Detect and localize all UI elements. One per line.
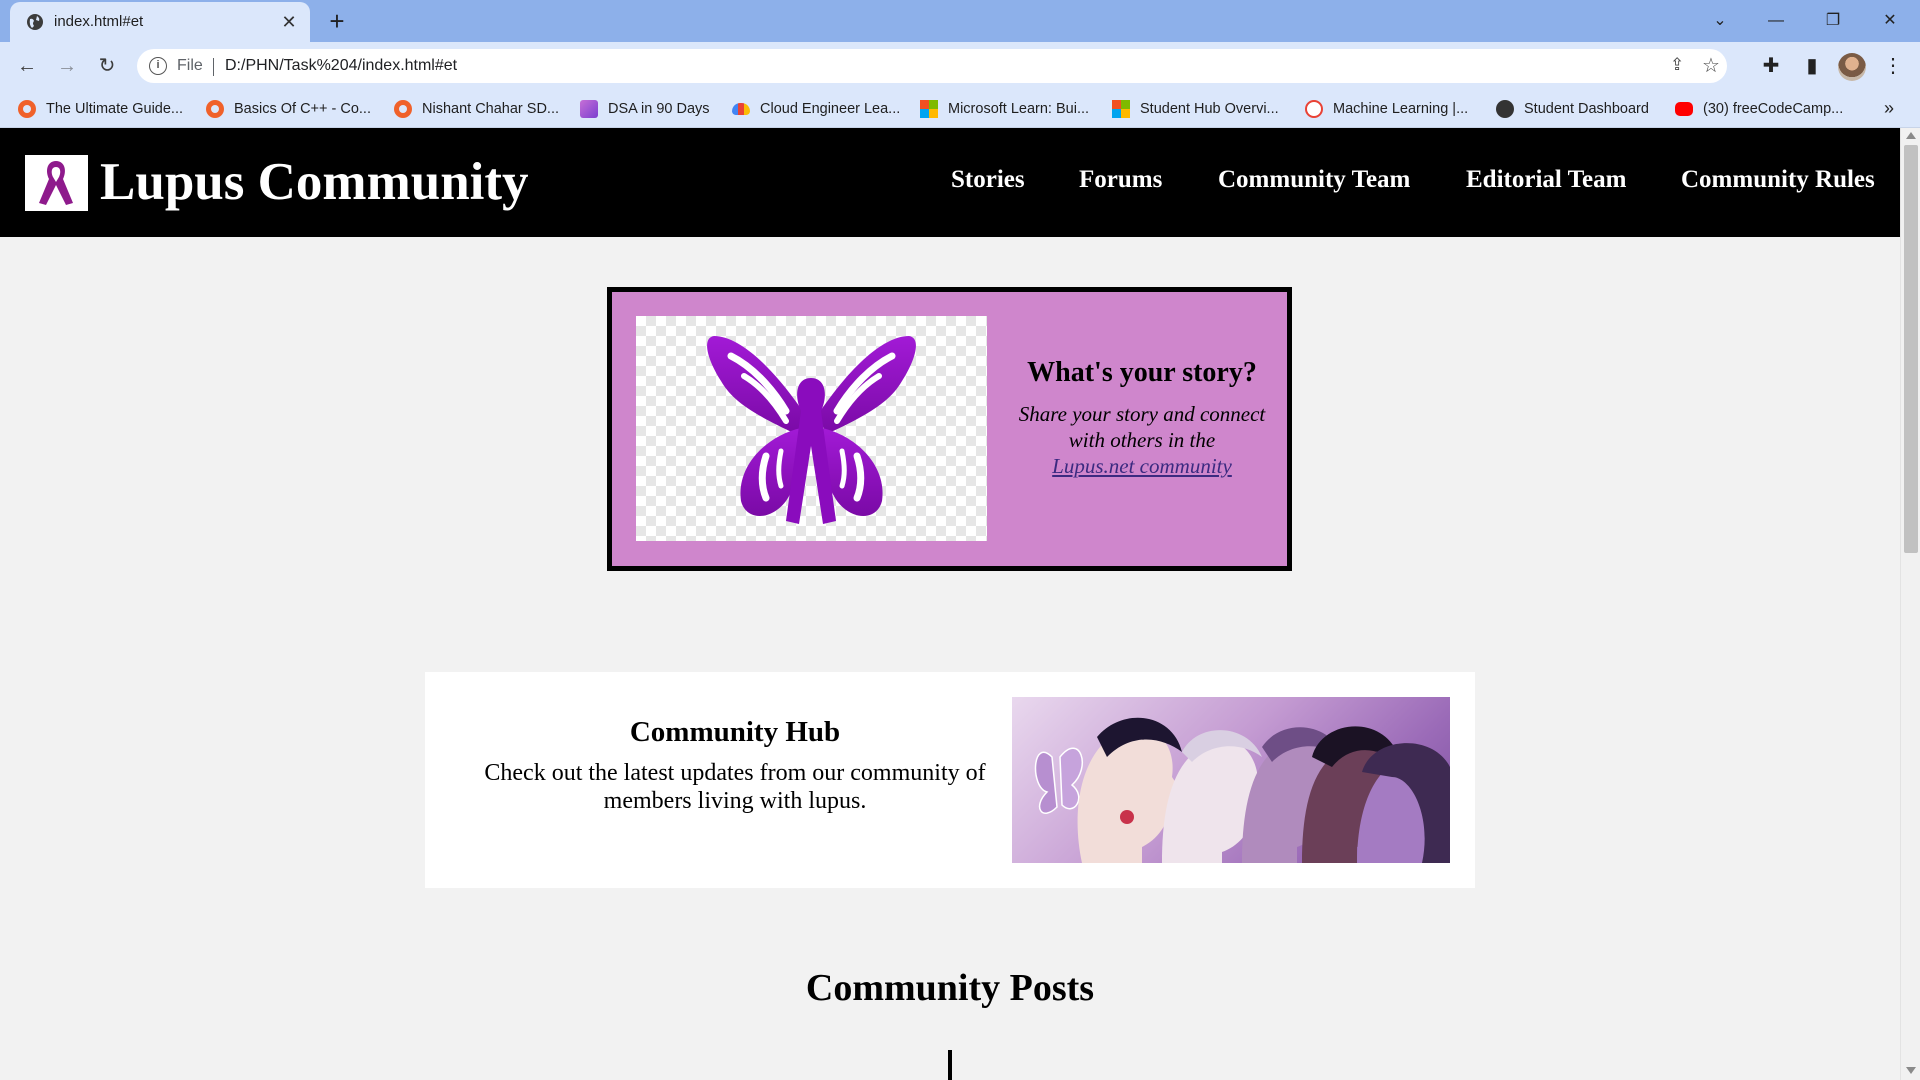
community-posts-heading: Community Posts xyxy=(805,967,1095,1009)
bookmark-label: DSA in 90 Days xyxy=(608,101,710,117)
tab-search-chevron-icon[interactable]: ⌄ xyxy=(1700,6,1740,36)
page-viewport: Lupus Community Stories Forums Community… xyxy=(0,128,1920,1080)
bookmark-label: (30) freeCodeCamp... xyxy=(1703,101,1844,117)
story-body: Share your story and connect with others… xyxy=(1018,402,1266,452)
tab-close-icon[interactable]: ✕ xyxy=(278,11,300,33)
lupus-community-link[interactable]: Lupus.net community xyxy=(1007,453,1277,479)
minimize-icon[interactable]: — xyxy=(1756,6,1796,36)
coding-ninjas-icon xyxy=(18,100,36,118)
scroll-up-arrow-icon[interactable] xyxy=(1906,132,1916,139)
lupus-ribbon-icon xyxy=(39,161,73,205)
dsa-icon xyxy=(580,100,598,118)
microsoft-icon xyxy=(1112,100,1130,118)
story-text-block: What's your story? Share your story and … xyxy=(1007,357,1277,479)
nav-editorial-team[interactable]: Editorial Team xyxy=(1466,166,1626,194)
nav-stories[interactable]: Stories xyxy=(951,166,1025,194)
extensions-puzzle-icon[interactable]: ✚ xyxy=(1756,51,1786,81)
purple-butterfly-icon xyxy=(707,336,916,524)
omnibox-divider xyxy=(213,58,214,76)
nav-community-rules[interactable]: Community Rules xyxy=(1681,166,1875,194)
bookmark-item[interactable]: The Ultimate Guide... xyxy=(18,99,183,119)
story-heading: What's your story? xyxy=(1027,357,1257,388)
bookmark-label: Machine Learning |... xyxy=(1333,101,1469,117)
hub-body: Check out the latest updates from our co… xyxy=(484,760,986,814)
new-tab-button[interactable]: + xyxy=(322,6,352,36)
bookmark-label: Microsoft Learn: Bui... xyxy=(948,101,1090,117)
hub-heading: Community Hub xyxy=(629,716,841,748)
bookmark-item[interactable]: Machine Learning |... xyxy=(1305,99,1468,119)
page-scrollbar[interactable] xyxy=(1900,128,1920,1080)
profile-avatar[interactable] xyxy=(1838,53,1866,81)
bookmark-label: Nishant Chahar SD... xyxy=(422,101,560,117)
globe-icon xyxy=(1496,100,1514,118)
scheme-label: File xyxy=(177,57,203,74)
bookmark-item[interactable]: Nishant Chahar SD... xyxy=(394,99,559,119)
bookmark-star-icon[interactable]: ☆ xyxy=(1702,53,1720,78)
forward-arrow-icon[interactable]: → xyxy=(52,51,82,81)
site-title[interactable]: Lupus Community xyxy=(100,152,529,212)
restore-icon[interactable]: ❐ xyxy=(1813,6,1853,36)
bookmark-item[interactable]: Basics Of C++ - Co... xyxy=(206,99,371,119)
bookmark-label: Student Dashboard xyxy=(1524,101,1649,117)
bookmark-item[interactable]: (30) freeCodeCamp... xyxy=(1675,99,1843,119)
scrollbar-thumb[interactable] xyxy=(1904,145,1918,553)
address-bar[interactable]: i File D:/PHN/Task%204/index.html#et ⇪ ☆ xyxy=(137,49,1727,83)
scroll-down-arrow-icon[interactable] xyxy=(1906,1067,1916,1074)
coding-ninjas-icon xyxy=(206,100,224,118)
bookmark-item[interactable]: Microsoft Learn: Bui... xyxy=(920,99,1089,119)
browser-tab-active[interactable]: index.html#et ✕ xyxy=(10,2,310,42)
community-hub-card: Community Hub Check out the latest updat… xyxy=(425,672,1475,888)
site-info-icon[interactable]: i xyxy=(149,57,167,75)
hub-text-block: Community Hub Check out the latest updat… xyxy=(465,716,1005,815)
close-window-icon[interactable]: ✕ xyxy=(1870,6,1910,36)
side-panel-icon[interactable]: ▮ xyxy=(1797,51,1827,81)
bookmarks-bar: The Ultimate Guide... Basics Of C++ - Co… xyxy=(0,90,1920,128)
share-icon[interactable]: ⇪ xyxy=(1670,55,1684,75)
youtube-icon xyxy=(1675,102,1693,116)
menu-kebab-icon[interactable]: ⋮ xyxy=(1878,51,1908,81)
google-cloud-icon xyxy=(732,103,750,115)
reload-icon[interactable]: ↻ xyxy=(92,51,122,81)
hub-image xyxy=(1012,697,1450,863)
bookmark-label: Basics Of C++ - Co... xyxy=(234,101,371,117)
back-arrow-icon[interactable]: ← xyxy=(12,51,42,81)
community-faces-illustration-icon xyxy=(1034,717,1450,863)
timeline-divider xyxy=(948,1050,952,1080)
site-header: Lupus Community Stories Forums Community… xyxy=(0,128,1900,237)
bookmark-item[interactable]: Cloud Engineer Lea... xyxy=(732,99,900,119)
google-ml-icon xyxy=(1305,100,1323,118)
microsoft-icon xyxy=(920,100,938,118)
browser-toolbar: ← → ↻ i File D:/PHN/Task%204/index.html#… xyxy=(0,42,1920,90)
bookmark-item[interactable]: Student Dashboard xyxy=(1496,99,1649,119)
bookmarks-overflow-icon[interactable]: » xyxy=(1884,98,1894,119)
story-image xyxy=(636,316,987,541)
coding-ninjas-icon xyxy=(394,100,412,118)
url-text[interactable]: D:/PHN/Task%204/index.html#et xyxy=(225,57,457,75)
bookmark-label: Student Hub Overvi... xyxy=(1140,101,1279,117)
nav-community-team[interactable]: Community Team xyxy=(1218,166,1410,194)
tab-title: index.html#et xyxy=(54,13,144,30)
globe-icon xyxy=(27,14,43,30)
bookmark-item[interactable]: DSA in 90 Days xyxy=(580,99,710,119)
site-logo[interactable] xyxy=(25,155,88,211)
story-card: What's your story? Share your story and … xyxy=(607,287,1292,571)
nav-forums[interactable]: Forums xyxy=(1079,166,1162,194)
browser-tab-strip: index.html#et ✕ + ⌄ — ❐ ✕ xyxy=(0,0,1920,42)
bookmark-item[interactable]: Student Hub Overvi... xyxy=(1112,99,1279,119)
bookmark-label: Cloud Engineer Lea... xyxy=(760,101,901,117)
bookmark-label: The Ultimate Guide... xyxy=(46,101,183,117)
